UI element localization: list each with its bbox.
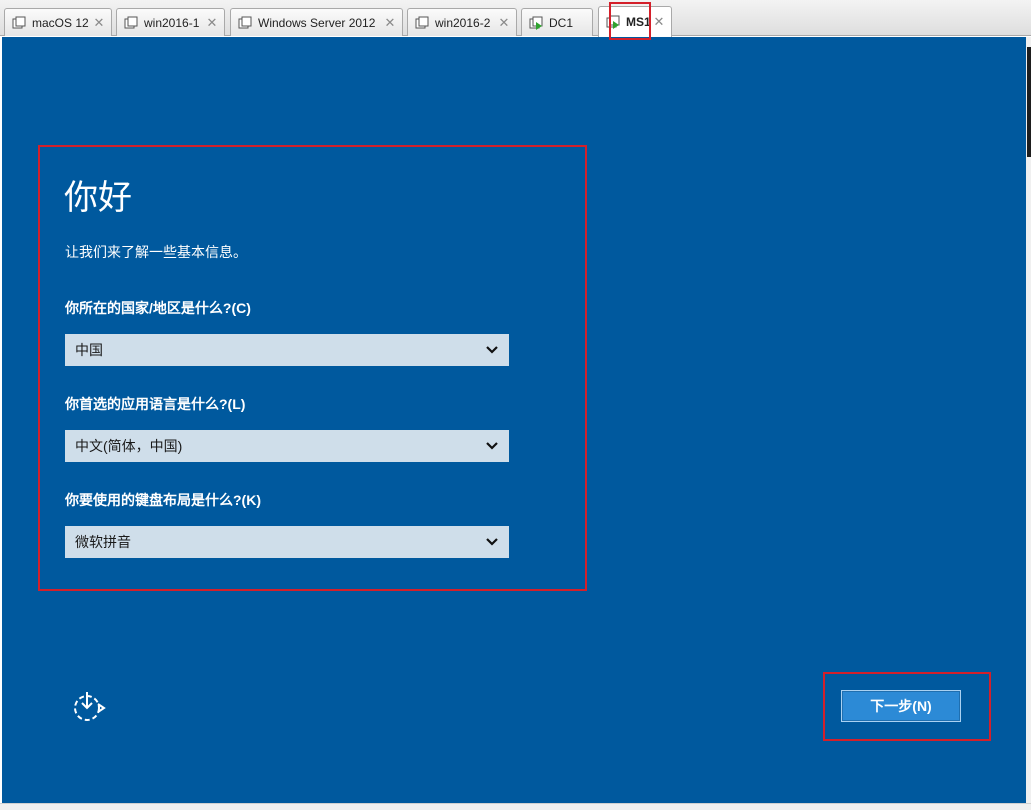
tab-dc1[interactable]: DC1	[521, 8, 593, 36]
tab-label: win2016-2	[435, 15, 491, 30]
vm-icon	[238, 16, 252, 30]
tab-label: macOS 12	[32, 15, 89, 30]
annotation-box-tab	[609, 2, 651, 40]
tab-label: win2016-1	[144, 15, 200, 30]
vm-running-icon	[529, 16, 543, 30]
vertical-scrollbar[interactable]	[1026, 37, 1031, 803]
tab-label: DC1	[549, 15, 574, 30]
tab-label: Windows Server 2012	[258, 15, 376, 30]
annotation-box-form	[38, 145, 587, 591]
close-icon[interactable]: ✕	[496, 15, 512, 31]
scrollbar-thumb[interactable]	[1027, 47, 1031, 157]
vm-icon	[415, 16, 429, 30]
close-icon[interactable]: ✕	[651, 14, 667, 30]
vm-icon	[124, 16, 138, 30]
status-strip	[0, 803, 1031, 810]
close-icon[interactable]: ✕	[204, 15, 220, 31]
ease-of-access-icon[interactable]	[70, 690, 106, 724]
tab-macos-12[interactable]: macOS 12 ✕	[4, 8, 112, 36]
annotation-box-next	[823, 672, 991, 741]
close-icon[interactable]: ✕	[382, 15, 398, 31]
close-icon[interactable]: ✕	[91, 15, 107, 31]
vm-tab-bar: macOS 12 ✕ win2016-1 ✕ Windows Server 20…	[0, 0, 1031, 37]
vm-icon	[12, 16, 26, 30]
tab-win2016-2[interactable]: win2016-2 ✕	[407, 8, 517, 36]
tab-win2016-1[interactable]: win2016-1 ✕	[116, 8, 225, 36]
tab-windows-server-2012[interactable]: Windows Server 2012 ✕	[230, 8, 403, 36]
